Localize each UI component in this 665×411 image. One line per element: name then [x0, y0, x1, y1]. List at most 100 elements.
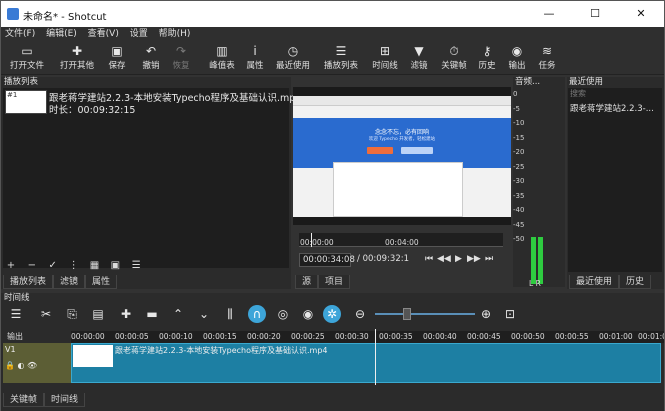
- menu-icon[interactable]: ⋮: [66, 259, 82, 273]
- timeline-menu-icon[interactable]: ☰: [7, 305, 25, 323]
- save-icon: ▣: [111, 44, 123, 58]
- track-header-v1[interactable]: V1 🔒 ◐ 👁: [3, 343, 71, 383]
- audio-channel-labels: L R: [529, 279, 541, 288]
- current-time-field[interactable]: 00:00:34:08: [299, 253, 355, 267]
- playlist-button[interactable]: ☰ 播放列表: [321, 43, 361, 73]
- tab-timeline[interactable]: 时间线: [44, 393, 86, 407]
- icons-view-icon[interactable]: ▣: [107, 259, 123, 273]
- jobs-icon: ≋: [541, 44, 553, 58]
- track-icons[interactable]: 🔒 ◐ 👁: [5, 361, 37, 370]
- export-button[interactable]: ◉ 输出: [505, 43, 529, 73]
- copy-icon[interactable]: ⎘: [63, 305, 81, 323]
- add-icon[interactable]: +: [3, 259, 19, 273]
- track-name: V1: [5, 345, 16, 354]
- video-button-orange: [367, 147, 393, 154]
- clip-thumbnail: [73, 345, 113, 367]
- zoom-slider[interactable]: [375, 313, 475, 315]
- save-button[interactable]: ▣ 保存: [103, 43, 131, 73]
- open-other-button[interactable]: ✚ 打开其他: [57, 43, 97, 73]
- tab-source[interactable]: 源: [295, 275, 319, 289]
- clip-name: 跟老蒋学建站2.2.3-本地安装Typecho程序及基础认识.mp4: [115, 346, 328, 355]
- tab-project[interactable]: 项目: [318, 275, 351, 289]
- skip-next-icon[interactable]: ⏭: [485, 254, 493, 264]
- paste-icon[interactable]: ▤: [89, 305, 107, 323]
- split-icon[interactable]: ⫼: [221, 305, 239, 323]
- playlist-header: 播放列表: [4, 77, 39, 87]
- timeline-ruler[interactable]: 00:00:00 00:00:05 00:00:10 00:00:15 00:0…: [71, 331, 664, 343]
- zoom-in-icon[interactable]: ⊕: [477, 305, 495, 323]
- audio-meter-panel: 音频... 0 -5 -10 -15 -20 -25 -30 -35 -40 -45 -50 L R: [513, 77, 565, 288]
- zoom-fit-icon[interactable]: ⊡: [501, 305, 519, 323]
- playlist-list[interactable]: #1 跟老蒋学建站2.2.3-本地安装Typecho程序及基础认识.mp4 时长…: [3, 88, 301, 268]
- ripple-delete-icon[interactable]: ▬: [143, 305, 161, 323]
- menu-file[interactable]: 文件(F): [1, 27, 39, 41]
- playlist-panel: 播放列表 #1 跟老蒋学建站2.2.3-本地安装Typecho程序及基础认识.m…: [1, 77, 301, 289]
- viewer-playhead[interactable]: [311, 233, 312, 247]
- left-panel-tabs: 播放列表 滤镜 属性: [3, 275, 118, 289]
- keyframes-button[interactable]: ⏱ 关键帧: [439, 43, 469, 73]
- tab-keyframes[interactable]: 关键帧: [3, 393, 45, 407]
- playlist-item-duration: 时长：00:09:32:15: [49, 105, 136, 116]
- update-icon[interactable]: ✓: [45, 259, 61, 273]
- maximize-button[interactable]: ☐: [572, 1, 618, 27]
- timeline-button[interactable]: ⊞ 时间线: [369, 43, 401, 73]
- append-icon[interactable]: ✚: [117, 305, 135, 323]
- peak-meter-button[interactable]: ▥ 峰值表: [205, 43, 239, 73]
- zoom-out-icon[interactable]: ⊖: [351, 305, 369, 323]
- menu-help[interactable]: 帮助(H): [155, 27, 195, 41]
- menu-settings[interactable]: 设置: [126, 27, 152, 41]
- recent-tabs: 最近使用 历史: [569, 275, 652, 289]
- app-icon: [7, 8, 19, 20]
- snap-icon[interactable]: ∩: [248, 305, 266, 323]
- keyframe-icon: ⏱: [449, 44, 459, 58]
- history-icon: ⚷: [482, 44, 492, 58]
- ripple-all-icon[interactable]: ✲: [323, 305, 341, 323]
- clock-icon: ◷: [287, 44, 299, 58]
- scrub-icon[interactable]: ◎: [274, 305, 292, 323]
- folder-open-icon: ▭: [21, 44, 33, 58]
- menu-view[interactable]: 查看(V): [84, 27, 123, 41]
- tab-history[interactable]: 历史: [619, 275, 652, 289]
- properties-button[interactable]: i 属性: [243, 43, 267, 73]
- recent-button[interactable]: ◷ 最近使用: [273, 43, 313, 73]
- play-icon[interactable]: ▶: [455, 254, 462, 264]
- ripple-icon[interactable]: ◉: [299, 305, 317, 323]
- video-viewer[interactable]: 念念不忘，必有回响 欢迎 Typecho 开发者，轻松建站: [293, 87, 511, 225]
- audio-level-right: [538, 237, 543, 284]
- tab-filters[interactable]: 滤镜: [53, 275, 86, 289]
- tab-properties[interactable]: 属性: [85, 275, 118, 289]
- jobs-button[interactable]: ≋ 任务: [535, 43, 559, 73]
- audio-meter-header: 音频...: [515, 77, 541, 87]
- recent-search-input[interactable]: 搜索: [568, 88, 662, 100]
- skip-previous-icon[interactable]: ⏮: [425, 254, 433, 264]
- close-button[interactable]: ✕: [618, 1, 664, 27]
- filter-icon: ▼: [414, 44, 424, 58]
- overwrite-icon[interactable]: ⌄: [195, 305, 213, 323]
- rewind-icon[interactable]: ◀◀: [437, 254, 451, 264]
- recent-list: 跟老蒋学建站2.2.3-...: [568, 100, 662, 272]
- timeline-panel: 时间线 ☰ ✂ ⎘ ▤ ✚ ▬ ⌃ ⌄ ⫼ ∩ ◎ ◉ ✲ ⊖ ⊕ ⊡ 输出 0…: [1, 293, 664, 411]
- cut-icon[interactable]: ✂: [37, 305, 55, 323]
- minimize-button[interactable]: —: [526, 1, 572, 27]
- open-file-button[interactable]: ▭ 打开文件: [9, 43, 45, 73]
- tiles-view-icon[interactable]: ▦: [87, 259, 103, 273]
- redo-button[interactable]: ↷ 恢复: [167, 43, 195, 73]
- remove-icon[interactable]: −: [24, 259, 40, 273]
- details-view-icon[interactable]: ☰: [128, 259, 144, 273]
- timeline-playhead[interactable]: [375, 329, 376, 385]
- lift-icon[interactable]: ⌃: [169, 305, 187, 323]
- undo-button[interactable]: ↶ 撤销: [137, 43, 165, 73]
- filters-button[interactable]: ▼ 滤镜: [407, 43, 431, 73]
- fast-forward-icon[interactable]: ▶▶: [467, 254, 481, 264]
- viewer-ruler[interactable]: 00:00:00 00:04:00: [299, 233, 503, 247]
- playlist-thumbnail: #1: [5, 90, 47, 114]
- recent-header: 最近使用: [569, 77, 604, 87]
- timeline-clip[interactable]: 跟老蒋学建站2.2.3-本地安装Typecho程序及基础认识.mp4: [71, 343, 661, 383]
- tab-playlist[interactable]: 播放列表: [3, 275, 54, 289]
- tab-recent[interactable]: 最近使用: [569, 275, 620, 289]
- history-button[interactable]: ⚷ 历史: [475, 43, 499, 73]
- zoom-slider-handle[interactable]: [403, 308, 411, 320]
- playlist-tools: + − ✓ ⋮ ▦ ▣ ☰: [3, 259, 289, 275]
- recent-item[interactable]: 跟老蒋学建站2.2.3-...: [570, 102, 654, 114]
- menu-edit[interactable]: 编辑(E): [42, 27, 81, 41]
